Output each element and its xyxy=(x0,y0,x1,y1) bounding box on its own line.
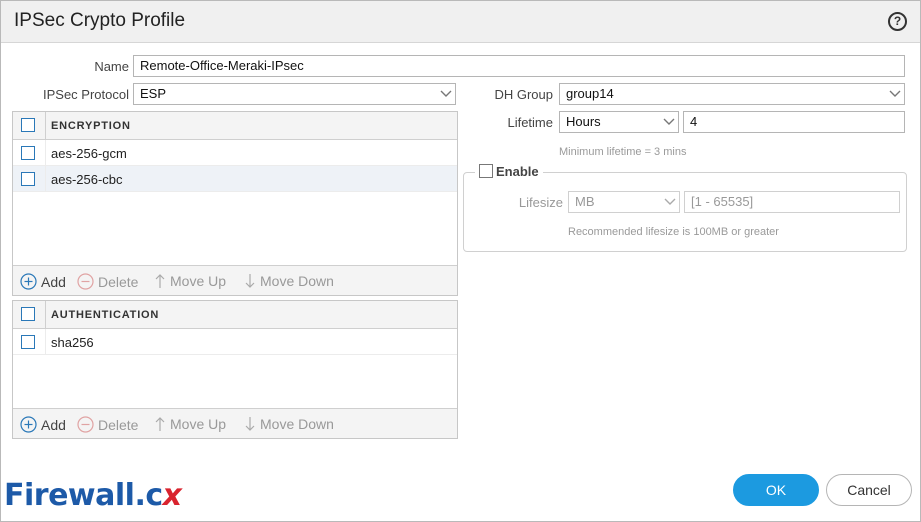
lifesize-label: Lifesize xyxy=(518,195,563,210)
dialog-title: IPSec Crypto Profile xyxy=(14,10,186,31)
name-label: Name xyxy=(94,59,129,74)
lifetime-hint: Minimum lifetime = 3 mins xyxy=(559,146,687,158)
authentication-delete-button[interactable]: Delete xyxy=(77,416,138,433)
row-checkbox[interactable] xyxy=(21,172,35,186)
arrow-up-icon xyxy=(155,274,165,288)
dh-group-select[interactable]: group14 xyxy=(559,83,905,105)
encryption-grid-header: ENCRYPTION xyxy=(13,112,457,140)
arrow-down-icon xyxy=(245,274,255,288)
authentication-cell: sha256 xyxy=(51,335,94,350)
authentication-add-button[interactable]: Add xyxy=(20,416,66,433)
plus-circle-icon xyxy=(20,416,37,433)
cancel-button[interactable]: Cancel xyxy=(826,474,912,506)
name-input[interactable]: Remote-Office-Meraki-IPsec xyxy=(133,55,905,77)
lifesize-enable-legend[interactable]: Enable xyxy=(475,164,543,179)
lifesize-enable-checkbox[interactable] xyxy=(479,164,493,178)
lifesize-unit-select[interactable]: MB xyxy=(568,191,680,213)
plus-circle-icon xyxy=(20,273,37,290)
lifetime-unit-select[interactable]: Hours xyxy=(559,111,679,133)
lifesize-hint: Recommended lifesize is 100MB or greater xyxy=(568,226,779,238)
minus-circle-icon xyxy=(77,273,94,290)
ipsec-protocol-value: ESP xyxy=(140,86,167,101)
encryption-cell: aes-256-cbc xyxy=(51,172,123,187)
lifesize-unit-value: MB xyxy=(575,194,595,209)
lifesize-value-input[interactable]: [1 - 65535] xyxy=(684,191,900,213)
chevron-down-icon xyxy=(664,197,676,206)
authentication-column-header: AUTHENTICATION xyxy=(51,309,160,321)
authentication-select-all-checkbox[interactable] xyxy=(21,307,35,321)
encryption-column-header: ENCRYPTION xyxy=(51,120,131,132)
dh-group-value: group14 xyxy=(566,86,614,101)
table-row[interactable]: sha256 xyxy=(13,329,457,355)
arrow-up-icon xyxy=(155,417,165,431)
ok-button[interactable]: OK xyxy=(733,474,819,506)
arrow-down-icon xyxy=(245,417,255,431)
encryption-move-up-button[interactable]: Move Up xyxy=(154,273,226,289)
lifetime-value-input[interactable]: 4 xyxy=(683,111,905,133)
encryption-delete-button[interactable]: Delete xyxy=(77,273,138,290)
ipsec-protocol-label: IPSec Protocol xyxy=(43,87,129,102)
table-row[interactable]: aes-256-cbc xyxy=(13,166,457,192)
ipsec-crypto-profile-dialog: IPSec Crypto Profile ? Name Remote-Offic… xyxy=(0,0,921,522)
authentication-grid: AUTHENTICATION sha256 Add Delete Move Up… xyxy=(12,300,458,439)
table-row[interactable]: aes-256-gcm xyxy=(13,140,457,166)
encryption-move-down-button[interactable]: Move Down xyxy=(244,273,334,289)
title-bar: IPSec Crypto Profile ? xyxy=(1,1,920,43)
authentication-move-down-button[interactable]: Move Down xyxy=(244,416,334,432)
authentication-grid-header: AUTHENTICATION xyxy=(13,301,457,329)
lifetime-label: Lifetime xyxy=(507,115,553,130)
chevron-down-icon xyxy=(889,89,901,98)
encryption-toolbar: Add Delete Move Up Move Down xyxy=(13,265,457,295)
encryption-grid: ENCRYPTION aes-256-gcm aes-256-cbc Add D… xyxy=(12,111,458,296)
dh-group-label: DH Group xyxy=(494,87,553,102)
authentication-move-up-button[interactable]: Move Up xyxy=(154,416,226,432)
row-checkbox[interactable] xyxy=(21,146,35,160)
lifesize-enable-label: Enable xyxy=(496,164,539,179)
authentication-toolbar: Add Delete Move Up Move Down xyxy=(13,408,457,438)
encryption-select-all-checkbox[interactable] xyxy=(21,118,35,132)
row-checkbox[interactable] xyxy=(21,335,35,349)
help-icon[interactable]: ? xyxy=(888,12,907,31)
encryption-add-button[interactable]: Add xyxy=(20,273,66,290)
firewall-cx-logo: Firewall.cx xyxy=(4,478,182,513)
minus-circle-icon xyxy=(77,416,94,433)
chevron-down-icon xyxy=(663,117,675,126)
lifetime-unit-value: Hours xyxy=(566,114,601,129)
encryption-cell: aes-256-gcm xyxy=(51,146,127,161)
ipsec-protocol-select[interactable]: ESP xyxy=(133,83,456,105)
chevron-down-icon xyxy=(440,89,452,98)
